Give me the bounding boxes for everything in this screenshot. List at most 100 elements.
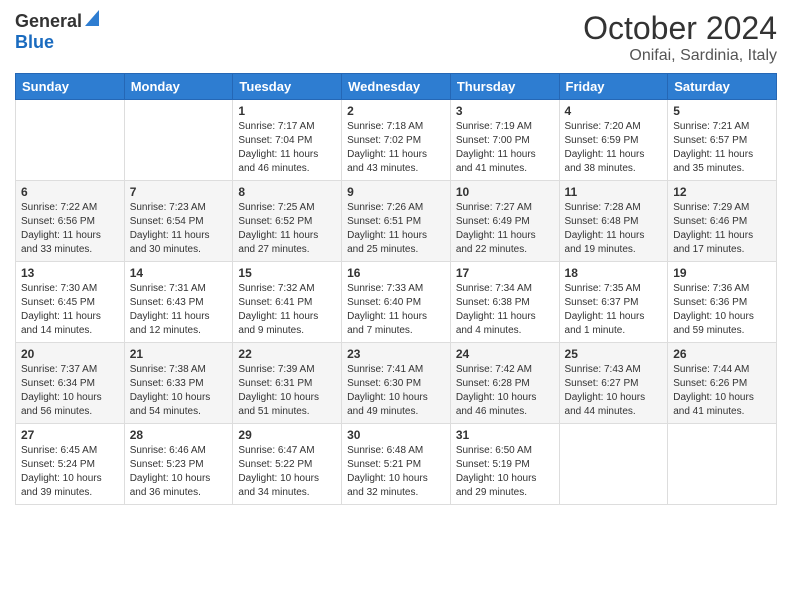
day-info: Sunrise: 7:28 AM Sunset: 6:48 PM Dayligh… xyxy=(565,201,663,257)
day-info: Sunrise: 7:37 AM Sunset: 6:34 PM Dayligh… xyxy=(21,363,119,419)
calendar-table: SundayMondayTuesdayWednesdayThursdayFrid… xyxy=(15,73,777,505)
day-info: Sunrise: 7:27 AM Sunset: 6:49 PM Dayligh… xyxy=(456,201,554,257)
day-number: 13 xyxy=(21,266,119,280)
calendar-week-2: 6 Sunrise: 7:22 AM Sunset: 6:56 PM Daylig… xyxy=(16,181,777,262)
calendar-day-4: 4Sunrise: 7:20 AM Sunset: 6:59 PM Daylig… xyxy=(559,100,668,181)
weekday-header-sunday: Sunday xyxy=(16,74,125,100)
calendar-day-11: 11 Sunrise: 7:28 AM Sunset: 6:48 PM Dayli… xyxy=(559,181,668,262)
calendar-day-22: 22Sunrise: 7:39 AM Sunset: 6:31 PM Dayli… xyxy=(233,343,342,424)
calendar-day-15: 15Sunrise: 7:32 AM Sunset: 6:41 PM Dayli… xyxy=(233,262,342,343)
calendar-day-13: 13 Sunrise: 7:30 AM Sunset: 6:45 PM Dayli… xyxy=(16,262,125,343)
calendar-day-6: 6 Sunrise: 7:22 AM Sunset: 6:56 PM Daylig… xyxy=(16,181,125,262)
day-info: Sunrise: 7:18 AM Sunset: 7:02 PM Dayligh… xyxy=(347,120,445,176)
logo-blue-text: Blue xyxy=(15,33,99,53)
day-number: 10 xyxy=(456,185,554,199)
day-number: 6 xyxy=(21,185,119,199)
day-number: 28 xyxy=(130,428,228,442)
day-number: 8 xyxy=(238,185,336,199)
calendar-day-9: 9Sunrise: 7:26 AM Sunset: 6:51 PM Daylig… xyxy=(342,181,451,262)
calendar-day-12: 12Sunrise: 7:29 AM Sunset: 6:46 PM Dayli… xyxy=(668,181,777,262)
day-number: 5 xyxy=(673,104,771,118)
day-number: 14 xyxy=(130,266,228,280)
day-info: Sunrise: 7:32 AM Sunset: 6:41 PM Dayligh… xyxy=(238,282,336,338)
logo-general-text: General xyxy=(15,12,82,32)
calendar-day-10: 10 Sunrise: 7:27 AM Sunset: 6:49 PM Dayli… xyxy=(450,181,559,262)
header: General Blue October 2024 Onifai, Sardin… xyxy=(15,10,777,65)
day-info: Sunrise: 7:36 AM Sunset: 6:36 PM Dayligh… xyxy=(673,282,771,338)
month-title: October 2024 xyxy=(583,10,777,47)
day-info: Sunrise: 7:44 AM Sunset: 6:26 PM Dayligh… xyxy=(673,363,771,419)
day-number: 16 xyxy=(347,266,445,280)
day-info: Sunrise: 7:29 AM Sunset: 6:46 PM Dayligh… xyxy=(673,201,771,257)
day-number: 3 xyxy=(456,104,554,118)
day-number: 23 xyxy=(347,347,445,361)
logo-triangle-icon xyxy=(85,8,99,26)
location: Onifai, Sardinia, Italy xyxy=(583,47,777,65)
calendar-day-2: 2 Sunrise: 7:18 AM Sunset: 7:02 PM Daylig… xyxy=(342,100,451,181)
day-info: Sunrise: 7:35 AM Sunset: 6:37 PM Dayligh… xyxy=(565,282,663,338)
day-info: Sunrise: 7:31 AM Sunset: 6:43 PM Dayligh… xyxy=(130,282,228,338)
day-info: Sunrise: 7:41 AM Sunset: 6:30 PM Dayligh… xyxy=(347,363,445,419)
calendar-day-3: 3 Sunrise: 7:19 AM Sunset: 7:00 PM Daylig… xyxy=(450,100,559,181)
weekday-header-monday: Monday xyxy=(124,74,233,100)
day-info: Sunrise: 7:43 AM Sunset: 6:27 PM Dayligh… xyxy=(565,363,663,419)
day-number: 31 xyxy=(456,428,554,442)
calendar-day-26: 26 Sunrise: 7:44 AM Sunset: 6:26 PM Dayli… xyxy=(668,343,777,424)
weekday-header-tuesday: Tuesday xyxy=(233,74,342,100)
day-info: Sunrise: 7:34 AM Sunset: 6:38 PM Dayligh… xyxy=(456,282,554,338)
day-info: Sunrise: 7:30 AM Sunset: 6:45 PM Dayligh… xyxy=(21,282,119,338)
calendar-day-5: 5 Sunrise: 7:21 AM Sunset: 6:57 PM Daylig… xyxy=(668,100,777,181)
day-number: 29 xyxy=(238,428,336,442)
calendar-day-30: 30Sunrise: 6:48 AM Sunset: 5:21 PM Dayli… xyxy=(342,424,451,505)
calendar-day-25: 25 Sunrise: 7:43 AM Sunset: 6:27 PM Dayli… xyxy=(559,343,668,424)
calendar-day-27: 27Sunrise: 6:45 AM Sunset: 5:24 PM Dayli… xyxy=(16,424,125,505)
day-number: 27 xyxy=(21,428,119,442)
empty-cell xyxy=(16,100,125,181)
empty-cell xyxy=(559,424,668,505)
day-info: Sunrise: 7:33 AM Sunset: 6:40 PM Dayligh… xyxy=(347,282,445,338)
calendar-day-18: 18 Sunrise: 7:35 AM Sunset: 6:37 PM Dayli… xyxy=(559,262,668,343)
day-number: 20 xyxy=(21,347,119,361)
day-info: Sunrise: 7:22 AM Sunset: 6:56 PM Dayligh… xyxy=(21,201,119,257)
day-info: Sunrise: 7:26 AM Sunset: 6:51 PM Dayligh… xyxy=(347,201,445,257)
calendar-day-14: 14 Sunrise: 7:31 AM Sunset: 6:43 PM Dayli… xyxy=(124,262,233,343)
calendar-day-1: 1 Sunrise: 7:17 AM Sunset: 7:04 PM Daylig… xyxy=(233,100,342,181)
day-number: 2 xyxy=(347,104,445,118)
calendar-week-3: 13 Sunrise: 7:30 AM Sunset: 6:45 PM Dayli… xyxy=(16,262,777,343)
day-info: Sunrise: 6:47 AM Sunset: 5:22 PM Dayligh… xyxy=(238,444,336,500)
day-info: Sunrise: 7:42 AM Sunset: 6:28 PM Dayligh… xyxy=(456,363,554,419)
day-info: Sunrise: 7:19 AM Sunset: 7:00 PM Dayligh… xyxy=(456,120,554,176)
day-info: Sunrise: 6:50 AM Sunset: 5:19 PM Dayligh… xyxy=(456,444,554,500)
day-number: 24 xyxy=(456,347,554,361)
day-number: 22 xyxy=(238,347,336,361)
calendar-week-1: 1 Sunrise: 7:17 AM Sunset: 7:04 PM Daylig… xyxy=(16,100,777,181)
page: General Blue October 2024 Onifai, Sardin… xyxy=(0,0,792,612)
day-number: 30 xyxy=(347,428,445,442)
calendar-day-16: 16 Sunrise: 7:33 AM Sunset: 6:40 PM Dayli… xyxy=(342,262,451,343)
empty-cell xyxy=(124,100,233,181)
calendar-day-20: 20 Sunrise: 7:37 AM Sunset: 6:34 PM Dayli… xyxy=(16,343,125,424)
calendar-day-19: 19 Sunrise: 7:36 AM Sunset: 6:36 PM Dayli… xyxy=(668,262,777,343)
day-number: 26 xyxy=(673,347,771,361)
day-info: Sunrise: 7:17 AM Sunset: 7:04 PM Dayligh… xyxy=(238,120,336,176)
calendar-day-7: 7Sunrise: 7:23 AM Sunset: 6:54 PM Daylig… xyxy=(124,181,233,262)
day-info: Sunrise: 7:23 AM Sunset: 6:54 PM Dayligh… xyxy=(130,201,228,257)
weekday-header-saturday: Saturday xyxy=(668,74,777,100)
day-number: 19 xyxy=(673,266,771,280)
calendar-day-29: 29 Sunrise: 6:47 AM Sunset: 5:22 PM Dayli… xyxy=(233,424,342,505)
calendar-day-28: 28 Sunrise: 6:46 AM Sunset: 5:23 PM Dayli… xyxy=(124,424,233,505)
weekday-header-friday: Friday xyxy=(559,74,668,100)
day-number: 1 xyxy=(238,104,336,118)
weekday-header-thursday: Thursday xyxy=(450,74,559,100)
weekday-header-wednesday: Wednesday xyxy=(342,74,451,100)
calendar-week-5: 27Sunrise: 6:45 AM Sunset: 5:24 PM Dayli… xyxy=(16,424,777,505)
day-number: 25 xyxy=(565,347,663,361)
day-number: 18 xyxy=(565,266,663,280)
day-number: 17 xyxy=(456,266,554,280)
calendar-day-31: 31 Sunrise: 6:50 AM Sunset: 5:19 PM Dayli… xyxy=(450,424,559,505)
day-info: Sunrise: 7:21 AM Sunset: 6:57 PM Dayligh… xyxy=(673,120,771,176)
calendar-day-17: 17 Sunrise: 7:34 AM Sunset: 6:38 PM Dayli… xyxy=(450,262,559,343)
calendar-week-4: 20 Sunrise: 7:37 AM Sunset: 6:34 PM Dayli… xyxy=(16,343,777,424)
day-info: Sunrise: 6:46 AM Sunset: 5:23 PM Dayligh… xyxy=(130,444,228,500)
day-number: 11 xyxy=(565,185,663,199)
